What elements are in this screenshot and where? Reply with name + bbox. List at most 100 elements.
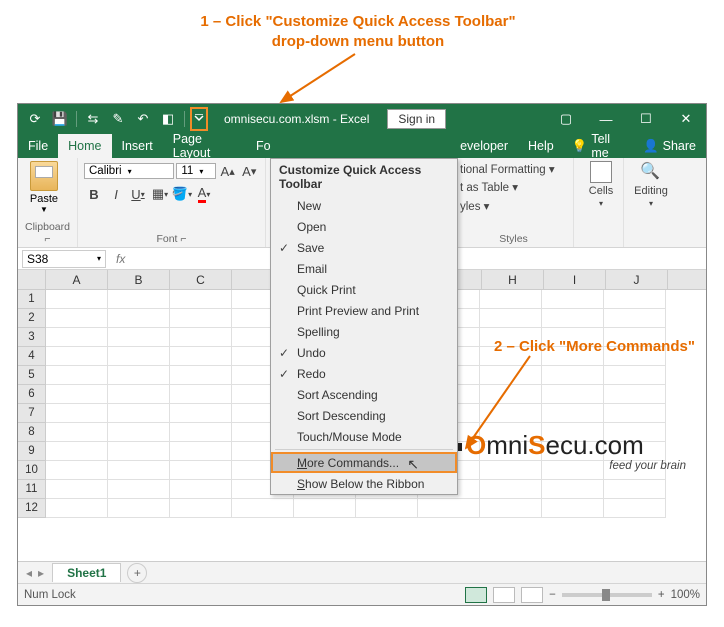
editing-button[interactable]: 🔍 Editing ▾ [630, 161, 672, 208]
menu-item-print-preview[interactable]: Print Preview and Print [271, 300, 457, 321]
tab-developer-partial[interactable]: eveloper [450, 134, 518, 158]
menu-item-new[interactable]: New [271, 195, 457, 216]
view-page-break-button[interactable] [521, 587, 543, 603]
cell[interactable] [170, 423, 232, 442]
fill-color-button[interactable]: 🪣▾ [172, 184, 192, 204]
qat-icon-4[interactable]: ◧ [157, 108, 179, 130]
cell[interactable] [542, 309, 604, 328]
row-header[interactable]: 5 [18, 366, 46, 385]
qat-icon-2[interactable]: ✎ [107, 108, 129, 130]
cell[interactable] [604, 480, 666, 499]
column-header[interactable]: A [46, 270, 108, 289]
tab-insert[interactable]: Insert [112, 134, 163, 158]
menu-item-undo[interactable]: Undo [271, 342, 457, 363]
tab-formulas-partial[interactable]: Fo [246, 134, 281, 158]
sheet-nav[interactable]: ◂▸ [18, 566, 52, 580]
cell[interactable] [170, 442, 232, 461]
cells-button[interactable]: Cells ▾ [580, 161, 622, 208]
format-as-table-partial[interactable]: t as Table ▾ [460, 179, 567, 197]
cell[interactable] [108, 328, 170, 347]
ribbon-display-options-icon[interactable]: ▢ [546, 105, 586, 133]
cell[interactable] [108, 442, 170, 461]
menu-item-email[interactable]: Email [271, 258, 457, 279]
save-icon[interactable]: 💾 [49, 108, 71, 130]
cell[interactable] [46, 328, 108, 347]
name-box[interactable]: S38 ▾ [22, 250, 106, 268]
sheet-tab-sheet1[interactable]: Sheet1 [52, 563, 121, 582]
cell[interactable] [46, 442, 108, 461]
zoom-out-button[interactable]: − [549, 589, 556, 601]
tell-me-search[interactable]: 💡 Tell me [564, 134, 633, 158]
cell[interactable] [108, 309, 170, 328]
cell[interactable] [170, 480, 232, 499]
cell[interactable] [480, 309, 542, 328]
zoom-slider[interactable] [562, 593, 652, 597]
cell[interactable] [604, 499, 666, 518]
menu-item-quick-print[interactable]: Quick Print [271, 279, 457, 300]
cell[interactable] [46, 309, 108, 328]
font-name-combo[interactable]: Calibri▾ [84, 163, 174, 179]
cell[interactable] [108, 366, 170, 385]
row-header[interactable]: 2 [18, 309, 46, 328]
row-header[interactable]: 8 [18, 423, 46, 442]
fx-icon[interactable]: fx [110, 252, 131, 266]
add-sheet-button[interactable]: + [127, 563, 147, 583]
tab-file[interactable]: File [18, 134, 58, 158]
menu-item-sort-ascending[interactable]: Sort Ascending [271, 384, 457, 405]
row-header[interactable]: 3 [18, 328, 46, 347]
column-header[interactable]: H [482, 270, 544, 289]
autosave-icon[interactable]: ⟳ [24, 108, 46, 130]
row-header[interactable]: 11 [18, 480, 46, 499]
cell[interactable] [108, 404, 170, 423]
cell[interactable] [480, 480, 542, 499]
qat-icon-1[interactable]: ⇆ [82, 108, 104, 130]
cell[interactable] [46, 423, 108, 442]
menu-item-sort-descending[interactable]: Sort Descending [271, 405, 457, 426]
cell[interactable] [170, 385, 232, 404]
share-button[interactable]: 👤 Share [633, 134, 706, 158]
cell[interactable] [170, 328, 232, 347]
cell[interactable] [170, 309, 232, 328]
menu-item-more-commands[interactable]: More Commands... ↖ [271, 452, 457, 473]
row-header[interactable]: 7 [18, 404, 46, 423]
menu-item-open[interactable]: Open [271, 216, 457, 237]
row-header[interactable]: 9 [18, 442, 46, 461]
cell[interactable] [170, 366, 232, 385]
cell[interactable] [356, 499, 418, 518]
close-button[interactable]: ✕ [666, 105, 706, 133]
cell[interactable] [108, 499, 170, 518]
zoom-in-button[interactable]: + [658, 589, 665, 601]
cell[interactable] [170, 347, 232, 366]
cell[interactable] [170, 404, 232, 423]
cell[interactable] [542, 290, 604, 309]
tab-help[interactable]: Help [518, 134, 564, 158]
cell[interactable] [46, 366, 108, 385]
cell[interactable] [108, 461, 170, 480]
menu-item-spelling[interactable]: Spelling [271, 321, 457, 342]
cell[interactable] [108, 480, 170, 499]
menu-item-save[interactable]: Save [271, 237, 457, 258]
row-header[interactable]: 10 [18, 461, 46, 480]
font-size-combo[interactable]: 11▾ [176, 163, 215, 179]
cell[interactable] [542, 366, 604, 385]
cell[interactable] [108, 385, 170, 404]
cell[interactable] [108, 423, 170, 442]
cell[interactable] [46, 404, 108, 423]
row-header[interactable]: 4 [18, 347, 46, 366]
cell[interactable] [542, 385, 604, 404]
row-header[interactable]: 1 [18, 290, 46, 309]
row-header[interactable]: 12 [18, 499, 46, 518]
cell[interactable] [232, 499, 294, 518]
cell[interactable] [170, 290, 232, 309]
cell[interactable] [480, 385, 542, 404]
tab-home[interactable]: Home [58, 134, 111, 158]
tab-page-layout[interactable]: Page Layout [163, 134, 246, 158]
view-page-layout-button[interactable] [493, 587, 515, 603]
row-header[interactable]: 6 [18, 385, 46, 404]
cell[interactable] [604, 309, 666, 328]
cell[interactable] [604, 385, 666, 404]
cell[interactable] [108, 347, 170, 366]
column-header[interactable]: I [544, 270, 606, 289]
minimize-button[interactable]: — [586, 105, 626, 133]
cell[interactable] [480, 499, 542, 518]
